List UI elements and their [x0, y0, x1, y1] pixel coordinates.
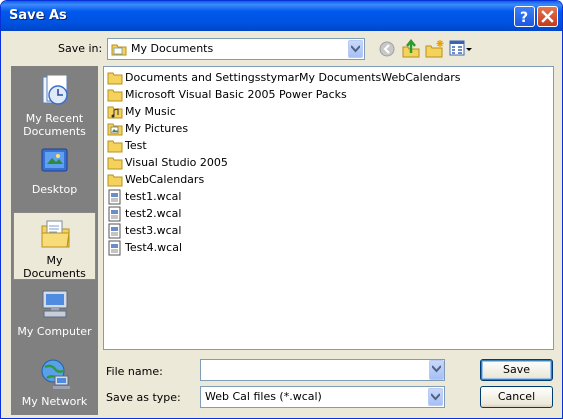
file-name-input[interactable]	[203, 361, 428, 379]
save-in-combo[interactable]: My Documents	[107, 38, 365, 60]
save-in-dropdown-button[interactable]	[348, 40, 363, 58]
file-name-dropdown-button[interactable]	[429, 360, 444, 380]
file-name: Microsoft Visual Basic 2005 Power Packs	[125, 88, 347, 101]
pictures-folder-icon	[107, 123, 123, 136]
file-icon	[108, 189, 121, 205]
close-button[interactable]	[537, 6, 558, 27]
chevron-down-icon	[351, 45, 360, 53]
file-icon	[108, 240, 121, 256]
place-my-network[interactable]: My Network	[13, 354, 96, 418]
title-bar[interactable]: Save As ?	[1, 1, 562, 31]
file-name-dropdown[interactable]	[427, 359, 445, 381]
save-in-label: Save in:	[58, 42, 103, 55]
music-folder-icon	[107, 106, 123, 119]
file-name: Test4.wcal	[125, 241, 182, 254]
save-as-dialog: Save As ? Save in: My Documents My Recen…	[0, 0, 563, 419]
folder-icon	[107, 89, 123, 102]
folder-icon	[107, 72, 123, 85]
place-my-computer[interactable]: My Computer	[13, 284, 96, 352]
save-as-type-label: Save as type:	[106, 391, 181, 404]
place-desktop[interactable]: Desktop	[13, 142, 96, 210]
folder-icon	[107, 157, 123, 170]
window-title: Save As	[9, 8, 67, 23]
place-label-line1: Desktop	[31, 183, 78, 196]
places-bar: My Recent Documents Desktop My Documents…	[11, 66, 98, 415]
file-icon	[108, 206, 121, 222]
file-name: WebCalendars	[125, 173, 205, 186]
my-documents-icon	[41, 220, 70, 248]
file-name-label: File name:	[106, 365, 163, 378]
file-name: My Pictures	[125, 122, 189, 135]
place-label-line1: My Documents	[23, 254, 86, 280]
file-name: test3.wcal	[125, 224, 182, 237]
file-name: test2.wcal	[125, 207, 182, 220]
file-name: test1.wcal	[125, 190, 182, 203]
recent-documents-icon	[42, 75, 68, 105]
chevron-down-icon	[431, 393, 440, 401]
folder-icon	[107, 140, 123, 153]
save-as-type-combo[interactable]: Web Cal files (*.wcal)	[200, 386, 445, 408]
place-label-line1: My Computer	[17, 325, 92, 338]
my-computer-icon	[42, 290, 68, 318]
place-my-documents[interactable]: My Documents	[13, 212, 96, 280]
folder-icon	[111, 44, 127, 56]
save-as-type-value: Web Cal files (*.wcal)	[205, 390, 322, 403]
file-name-combo	[200, 359, 445, 381]
chevron-down-icon	[432, 365, 441, 373]
save-button[interactable]: Save	[480, 359, 553, 381]
cancel-button[interactable]: Cancel	[480, 386, 553, 408]
new-folder-icon[interactable]	[425, 39, 445, 59]
help-icon: ?	[520, 10, 528, 26]
place-label-line1: My Network	[21, 395, 88, 408]
save-in-value: My Documents	[131, 42, 214, 55]
back-icon[interactable]	[379, 40, 397, 58]
my-network-icon	[41, 359, 70, 389]
help-button[interactable]: ?	[514, 6, 535, 27]
views-menu-icon[interactable]	[449, 39, 473, 59]
file-name: Visual Studio 2005	[125, 156, 228, 169]
place-my-recent-documents[interactable]: My Recent Documents	[13, 71, 96, 139]
svg-text:?: ?	[520, 10, 528, 26]
place-label-line1: My Recent	[25, 112, 84, 125]
file-name: My Music	[125, 105, 176, 118]
file-name: Test	[125, 139, 147, 152]
file-icon	[108, 223, 121, 239]
folder-icon	[107, 174, 123, 187]
place-label-line2: Documents	[23, 125, 86, 138]
close-icon	[541, 10, 554, 23]
save-as-type-dropdown-button[interactable]	[428, 388, 443, 406]
file-name: Documents and SettingsstymarMy Documents…	[125, 71, 461, 84]
desktop-icon	[41, 148, 68, 172]
file-list[interactable]: Documents and SettingsstymarMy Documents…	[103, 66, 554, 350]
up-folder-icon[interactable]	[401, 39, 421, 59]
